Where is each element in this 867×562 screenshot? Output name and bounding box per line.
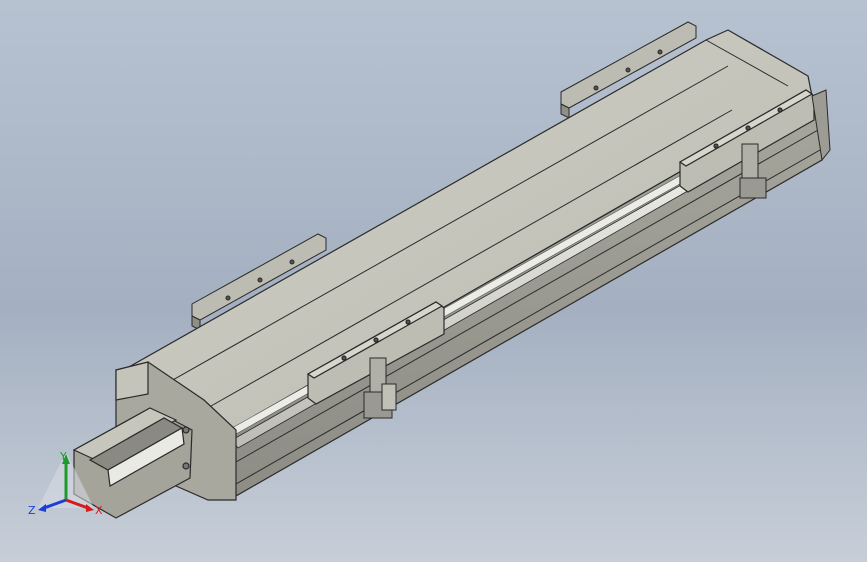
- z-axis-label: Z: [28, 504, 36, 517]
- body-top-face[interactable]: [118, 29, 813, 431]
- linear-module-model[interactable]: [0, 0, 867, 562]
- orientation-triad[interactable]: Y X Z: [24, 446, 108, 526]
- graphics-viewport[interactable]: Y X Z: [0, 0, 867, 562]
- y-axis-label: Y: [59, 450, 67, 463]
- x-axis-label: X: [95, 504, 103, 517]
